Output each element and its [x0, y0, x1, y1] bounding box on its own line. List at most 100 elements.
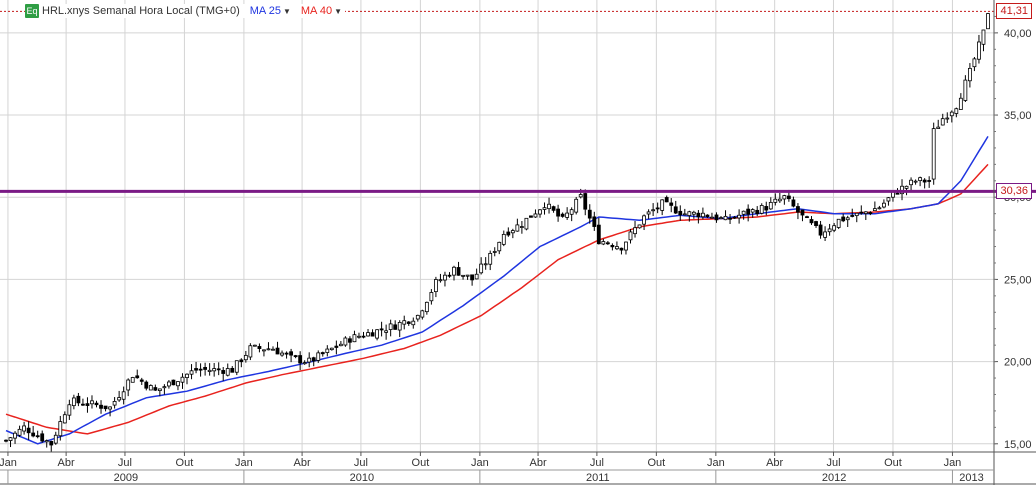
candle-body [786, 195, 791, 200]
candle-body [452, 266, 456, 276]
candle-body [809, 219, 814, 224]
candle-body [262, 349, 266, 352]
candle-body [316, 352, 321, 361]
candle-body [619, 247, 624, 251]
candle-body [601, 241, 606, 245]
candle-body [732, 216, 737, 219]
candle-body [343, 337, 348, 346]
candle-body [456, 267, 461, 276]
candle-body [931, 128, 936, 180]
candle-body [81, 403, 85, 406]
candle-body [103, 405, 108, 410]
candle-body [375, 329, 379, 339]
candle-body [868, 212, 873, 214]
equity-badge-icon[interactable]: Eq [25, 4, 39, 18]
x-tick-label: Jan [944, 457, 962, 469]
dropdown-caret-icon[interactable]: ▼ [283, 7, 291, 16]
candle-body [465, 274, 470, 277]
candle-body [397, 321, 402, 331]
candle-body [221, 370, 226, 374]
candle-body [329, 347, 334, 351]
candle-body [777, 198, 782, 202]
candle-body [76, 395, 81, 404]
dropdown-caret-icon[interactable]: ▼ [334, 7, 342, 16]
candle-body [302, 362, 307, 365]
candle-body [194, 368, 198, 371]
candle-body [234, 360, 239, 373]
candle-body [791, 199, 796, 207]
candle [836, 218, 841, 230]
candle-body [578, 194, 583, 198]
chart-legend: Eq HRL.xnys Semanal Hora Local (TMG+0) M… [25, 4, 345, 18]
candle-body [85, 403, 90, 406]
candle-body [510, 230, 515, 234]
candle-body [257, 346, 262, 349]
candle-body [565, 212, 570, 218]
candle-body [379, 328, 384, 331]
candle-body [280, 352, 284, 356]
candle-body [782, 195, 787, 200]
y-tick-label: 25,00 [1004, 274, 1032, 286]
candle-body [710, 216, 714, 219]
candle-body [701, 212, 705, 218]
candle-body [633, 227, 637, 235]
price-chart[interactable]: 15,0020,0025,0030,0035,0040,00JanAbrJulO… [0, 0, 1036, 485]
candle-body [859, 211, 864, 214]
candle-body [130, 377, 135, 383]
candle-body [230, 367, 235, 373]
candle-body [750, 209, 755, 213]
candle-body [325, 348, 330, 353]
candle-body [352, 334, 357, 343]
candle-body [814, 221, 818, 226]
candle-body [31, 432, 36, 437]
candle-body [967, 67, 972, 82]
candle-body [954, 108, 959, 114]
candle [130, 376, 135, 383]
candle-body [728, 217, 732, 220]
candle-body [121, 391, 126, 400]
candle-body [569, 209, 574, 215]
candle-body [913, 180, 918, 183]
candle-body [216, 368, 221, 371]
candle-body [542, 207, 547, 210]
candle-body [882, 202, 886, 208]
candle-body [357, 335, 361, 338]
candle-body [157, 388, 162, 391]
candle [931, 122, 936, 185]
candle-body [945, 117, 950, 120]
candle-body [719, 217, 723, 220]
candle-body [583, 193, 588, 210]
candle-body [248, 345, 253, 358]
candle-body [986, 13, 990, 30]
x-tick-label: Abr [529, 457, 546, 469]
candle-body [895, 192, 900, 195]
y-tick-label: 35,00 [1004, 110, 1032, 122]
candle-body [538, 209, 542, 215]
candle-body [592, 216, 597, 227]
candle-body [361, 335, 366, 338]
candle-body [348, 338, 352, 343]
candle-body [479, 263, 484, 274]
candle-body [891, 191, 895, 198]
candle-body [90, 400, 94, 405]
candle-body [212, 368, 217, 372]
ma-25-legend[interactable]: MA 25 ▼ [250, 5, 291, 17]
candle-body [483, 263, 488, 266]
candle-body [180, 376, 185, 383]
candle-body [429, 292, 434, 302]
candle [637, 224, 642, 229]
x-tick-label: Jan [707, 457, 725, 469]
candle-body [53, 434, 58, 444]
candle-body [126, 379, 131, 391]
x-tick-label: Jan [0, 457, 17, 469]
ma-40-legend[interactable]: MA 40 ▼ [301, 5, 342, 17]
candle-body [320, 352, 325, 355]
candle-body [35, 435, 40, 438]
candle-body [406, 321, 411, 324]
ma-40-label: MA 40 [300, 5, 333, 17]
candle-body [651, 209, 656, 212]
candle-body [117, 397, 122, 401]
candle-body [624, 241, 628, 251]
candle-body [637, 224, 642, 229]
chart-title[interactable]: HRL.xnys Semanal Hora Local (TMG+0) [42, 5, 240, 17]
